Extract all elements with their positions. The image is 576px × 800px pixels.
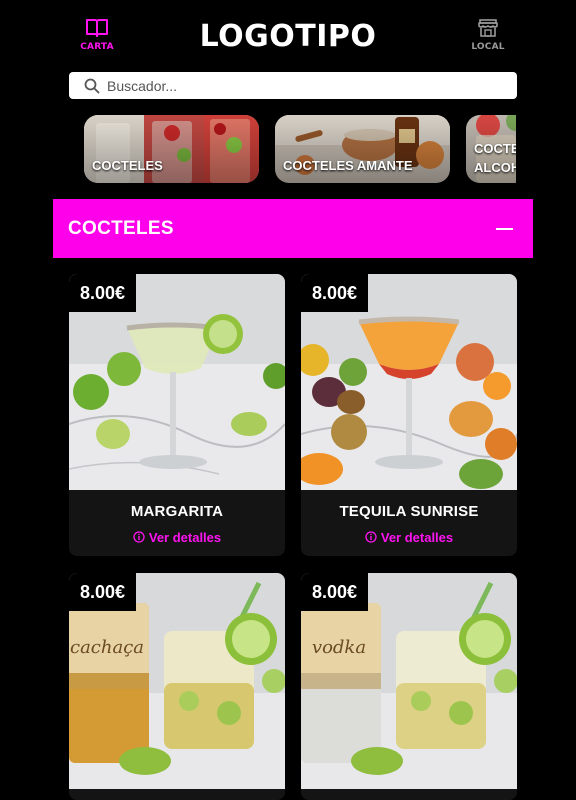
search-bar <box>69 72 517 99</box>
price-badge: 8.00€ <box>301 573 369 611</box>
category-card-cocteles-amante[interactable]: COCTELES AMANTE <box>275 115 450 183</box>
details-label: Ver detalles <box>148 530 222 545</box>
info-icon <box>365 531 377 543</box>
category-label-line2: ALCOH <box>474 160 516 175</box>
bottle-label: vodka <box>312 637 366 658</box>
category-label: COCTELES <box>92 158 163 173</box>
nav-local[interactable]: LOCAL <box>458 18 518 52</box>
price-badge: 8.00€ <box>301 274 369 312</box>
product-card[interactable]: 8.00€ MARGARITA Ver detalles <box>69 274 285 556</box>
app-header: CARTA LOGOTIPO LOCAL <box>0 0 576 72</box>
category-card-cocteles[interactable]: COCTELES <box>84 115 259 183</box>
info-icon <box>133 531 145 543</box>
search-icon <box>84 78 100 94</box>
details-link[interactable]: Ver detalles <box>69 530 285 545</box>
store-icon <box>478 19 498 37</box>
details-label: Ver detalles <box>380 530 454 545</box>
category-card-cocteles-alcohol[interactable]: COCTE ALCOH <box>466 115 516 183</box>
section-title: COCTELES <box>68 218 174 239</box>
product-card[interactable]: cachaça 8.00€ <box>69 573 285 800</box>
nav-local-label: LOCAL <box>471 42 505 52</box>
minus-icon[interactable] <box>496 228 513 230</box>
section-header-cocteles[interactable]: COCTELES <box>53 199 533 258</box>
product-name: MARGARITA <box>130 503 224 520</box>
category-label-line1: COCTE <box>474 141 516 156</box>
product-card[interactable]: 8.00€ TEQUILA SUNRISE Ver detalles <box>301 274 517 556</box>
product-card[interactable]: vodka 8.00€ <box>301 573 517 800</box>
category-label: COCTE ALCOH <box>474 139 516 177</box>
category-label: COCTELES AMANTE <box>283 158 413 173</box>
price-badge: 8.00€ <box>69 274 137 312</box>
details-link[interactable]: Ver detalles <box>301 530 517 545</box>
product-name: TEQUILA SUNRISE <box>339 503 479 520</box>
category-carousel[interactable]: COCTELES COCTELES AMANTE COCTE ALCOH <box>84 115 516 183</box>
search-input[interactable] <box>107 76 502 95</box>
price-badge: 8.00€ <box>69 573 137 611</box>
bottle-label: cachaça <box>70 637 144 658</box>
